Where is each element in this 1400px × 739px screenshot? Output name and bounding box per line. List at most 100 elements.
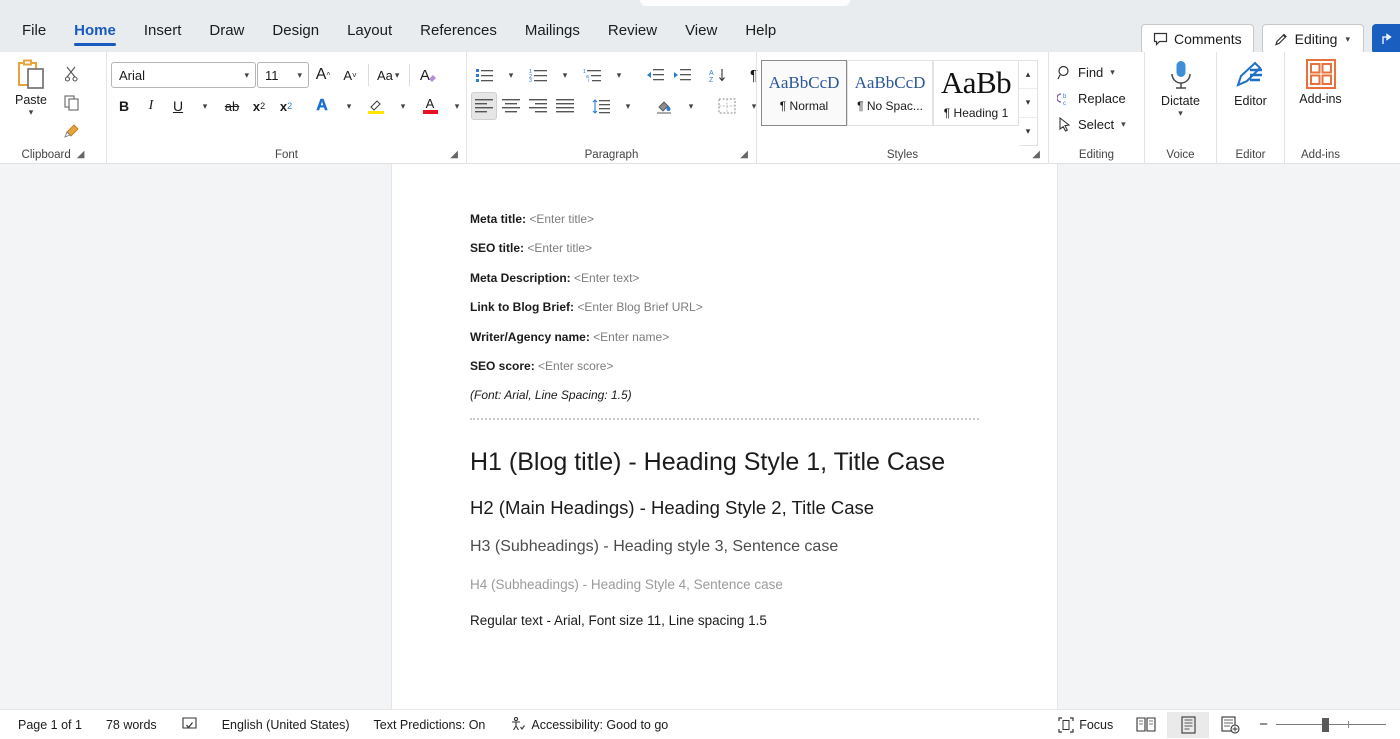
styles-dialog-launcher[interactable]: ◢	[1032, 148, 1040, 162]
comments-button[interactable]: Comments	[1141, 24, 1254, 54]
line-spacing-button[interactable]	[588, 92, 614, 120]
focus-mode-button[interactable]: Focus	[1046, 717, 1125, 733]
zoom-out-button[interactable]: −	[1259, 716, 1268, 733]
voice-label-text: Voice	[1166, 148, 1194, 162]
tab-design[interactable]: Design	[258, 18, 333, 45]
paste-button[interactable]: Paste ▾	[4, 56, 58, 118]
dictate-button[interactable]: Dictate ▾	[1149, 56, 1212, 119]
strikethrough-button[interactable]: ab	[219, 92, 245, 120]
word-count[interactable]: 78 words	[94, 718, 169, 732]
grow-font-button[interactable]: A^	[310, 61, 336, 89]
svg-text:Z: Z	[709, 77, 714, 83]
chevron-down-icon: ▾	[393, 70, 402, 81]
paragraph-dialog-launcher[interactable]: ◢	[740, 148, 748, 162]
replace-button[interactable]: bc Replace	[1053, 86, 1140, 111]
styles-scroll-up-button[interactable]: ▴	[1019, 61, 1037, 88]
tab-insert[interactable]: Insert	[130, 18, 196, 45]
text-predictions-indicator[interactable]: Text Predictions: On	[362, 718, 498, 732]
font-size-combo[interactable]: 11 ▾	[257, 62, 309, 88]
line-spacing-dropdown[interactable]: ▾	[615, 92, 641, 120]
tab-home[interactable]: Home	[60, 18, 130, 45]
numbering-dropdown[interactable]: ▾	[552, 61, 578, 89]
style-heading-1[interactable]: AaBb ¶ Heading 1	[933, 60, 1019, 126]
highlight-dropdown[interactable]: ▾	[390, 92, 416, 120]
document-page[interactable]: Meta title: <Enter title> SEO title: <En…	[392, 164, 1057, 709]
numbering-button[interactable]: 1 2 3	[525, 61, 551, 89]
web-layout-button[interactable]	[1209, 712, 1251, 738]
svg-text:A: A	[709, 70, 714, 77]
styles-scroll-down-button[interactable]: ▾	[1019, 88, 1037, 116]
svg-text:i: i	[588, 78, 589, 82]
select-button[interactable]: Select ▾	[1053, 112, 1140, 137]
shrink-font-button[interactable]: A˅	[337, 61, 363, 89]
font-dialog-launcher[interactable]: ◢	[450, 148, 458, 162]
underline-glyph: U	[173, 98, 183, 114]
subscript-button[interactable]: x2	[246, 92, 272, 120]
align-center-button[interactable]	[498, 92, 524, 120]
decrease-indent-icon	[646, 68, 664, 82]
tab-mailings[interactable]: Mailings	[511, 18, 594, 45]
chevron-down-icon[interactable]: ▾	[1119, 119, 1128, 130]
increase-indent-button[interactable]	[669, 61, 695, 89]
align-right-button[interactable]	[525, 92, 551, 120]
chevron-down-icon[interactable]: ▾	[1108, 67, 1117, 78]
justify-button[interactable]	[552, 92, 578, 120]
italic-button[interactable]: I	[138, 92, 164, 120]
align-left-button[interactable]	[471, 92, 497, 120]
font-color-button[interactable]: A	[417, 92, 443, 120]
shading-button[interactable]	[651, 92, 677, 120]
tab-review[interactable]: Review	[594, 18, 671, 45]
editor-button[interactable]: Editor	[1221, 56, 1280, 108]
add-ins-button[interactable]: Add-ins	[1289, 56, 1352, 106]
decrease-indent-button[interactable]	[642, 61, 668, 89]
clear-formatting-button[interactable]: A	[415, 61, 441, 89]
font-name-combo[interactable]: Arial ▾	[111, 62, 256, 88]
clipboard-dialog-launcher[interactable]: ◢	[77, 148, 85, 162]
proofing-status-button[interactable]	[169, 716, 210, 733]
zoom-slider-track[interactable]	[1276, 724, 1386, 726]
style-no-spacing[interactable]: AaBbCcD ¶ No Spac...	[847, 60, 933, 126]
bold-button[interactable]: B	[111, 92, 137, 120]
chevron-down-icon[interactable]: ▾	[27, 107, 36, 118]
underline-button[interactable]: U	[165, 92, 191, 120]
share-button[interactable]	[1372, 24, 1400, 54]
accessibility-indicator[interactable]: Accessibility: Good to go	[497, 716, 680, 733]
paste-icon	[14, 58, 48, 92]
multilevel-list-dropdown[interactable]: ▾	[606, 61, 632, 89]
line-spacing-icon	[592, 99, 610, 114]
highlight-button[interactable]	[363, 92, 389, 120]
zoom-slider-thumb[interactable]	[1322, 718, 1329, 732]
language-indicator[interactable]: English (United States)	[210, 718, 362, 732]
bullets-button[interactable]	[471, 61, 497, 89]
text-effects-glyph: A	[316, 97, 328, 115]
format-painter-button[interactable]	[58, 117, 84, 145]
change-case-button[interactable]: Aa ▾	[374, 61, 404, 89]
bullets-dropdown[interactable]: ▾	[498, 61, 524, 89]
tab-draw[interactable]: Draw	[195, 18, 258, 45]
cut-button[interactable]	[58, 59, 84, 87]
superscript-button[interactable]: x2	[273, 92, 299, 120]
zoom-control[interactable]: −	[1251, 716, 1394, 733]
shading-dropdown[interactable]: ▾	[678, 92, 704, 120]
tab-references[interactable]: References	[406, 18, 511, 45]
read-mode-button[interactable]	[1125, 712, 1167, 738]
copy-button[interactable]	[58, 88, 84, 116]
editing-mode-button[interactable]: Editing ▾	[1262, 24, 1364, 54]
text-effects-dropdown[interactable]: ▾	[336, 92, 362, 120]
chevron-down-icon[interactable]: ▾	[1176, 108, 1185, 119]
print-layout-button[interactable]	[1167, 712, 1209, 738]
meta-label-meta-title: Meta title:	[470, 212, 526, 226]
style-normal[interactable]: AaBbCcD ¶ Normal	[761, 60, 847, 126]
sort-button[interactable]: AZ	[705, 61, 731, 89]
multilevel-list-button[interactable]: 1 a i	[579, 61, 605, 89]
find-button[interactable]: Find ▾	[1053, 60, 1140, 85]
tab-layout[interactable]: Layout	[333, 18, 406, 45]
tab-view[interactable]: View	[671, 18, 731, 45]
underline-dropdown[interactable]: ▾	[192, 92, 218, 120]
borders-button[interactable]	[714, 92, 740, 120]
tab-help[interactable]: Help	[731, 18, 790, 45]
text-effects-button[interactable]: A	[309, 92, 335, 120]
styles-more-button[interactable]: ▾	[1019, 117, 1037, 145]
page-indicator[interactable]: Page 1 of 1	[6, 718, 94, 732]
tab-file[interactable]: File	[8, 18, 60, 45]
